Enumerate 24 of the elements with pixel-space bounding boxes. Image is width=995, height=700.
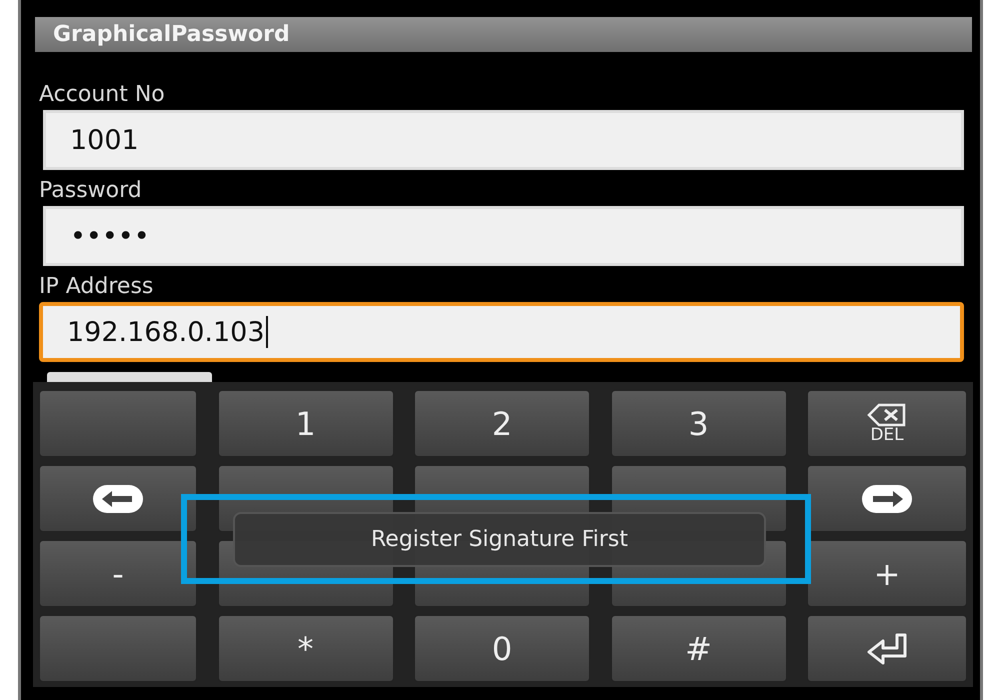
keyboard-key[interactable] [807,465,967,532]
enter-icon [865,632,909,666]
input-field[interactable]: 192.168.0.103 [39,302,964,362]
field-label: IP Address [39,273,154,301]
keyboard-key[interactable]: DEL [807,390,967,457]
key-label: DEL [870,427,904,444]
keyboard-key[interactable]: + [807,540,967,607]
keyboard-key[interactable] [39,465,197,532]
keyboard-key[interactable]: 2 [414,390,590,457]
keyboard-key[interactable]: 0 [414,615,590,682]
keyboard-key[interactable] [807,615,967,682]
window-title: GraphicalPassword [53,22,290,47]
message-toast: Register Signature First [233,512,766,567]
input-field[interactable]: ••••• [43,206,964,266]
keyboard-key[interactable]: # [610,615,786,682]
field-label: Account No [39,81,166,109]
keyboard-key[interactable]: * [218,615,394,682]
input-field[interactable]: 1001 [43,110,964,170]
text-cursor [266,316,268,348]
keyboard-key[interactable]: 3 [610,390,786,457]
keyboard-key[interactable]: 1 [218,390,394,457]
keyboard-key[interactable]: - [39,540,197,607]
field-label: Password [39,177,143,205]
backspace-icon [867,403,907,427]
